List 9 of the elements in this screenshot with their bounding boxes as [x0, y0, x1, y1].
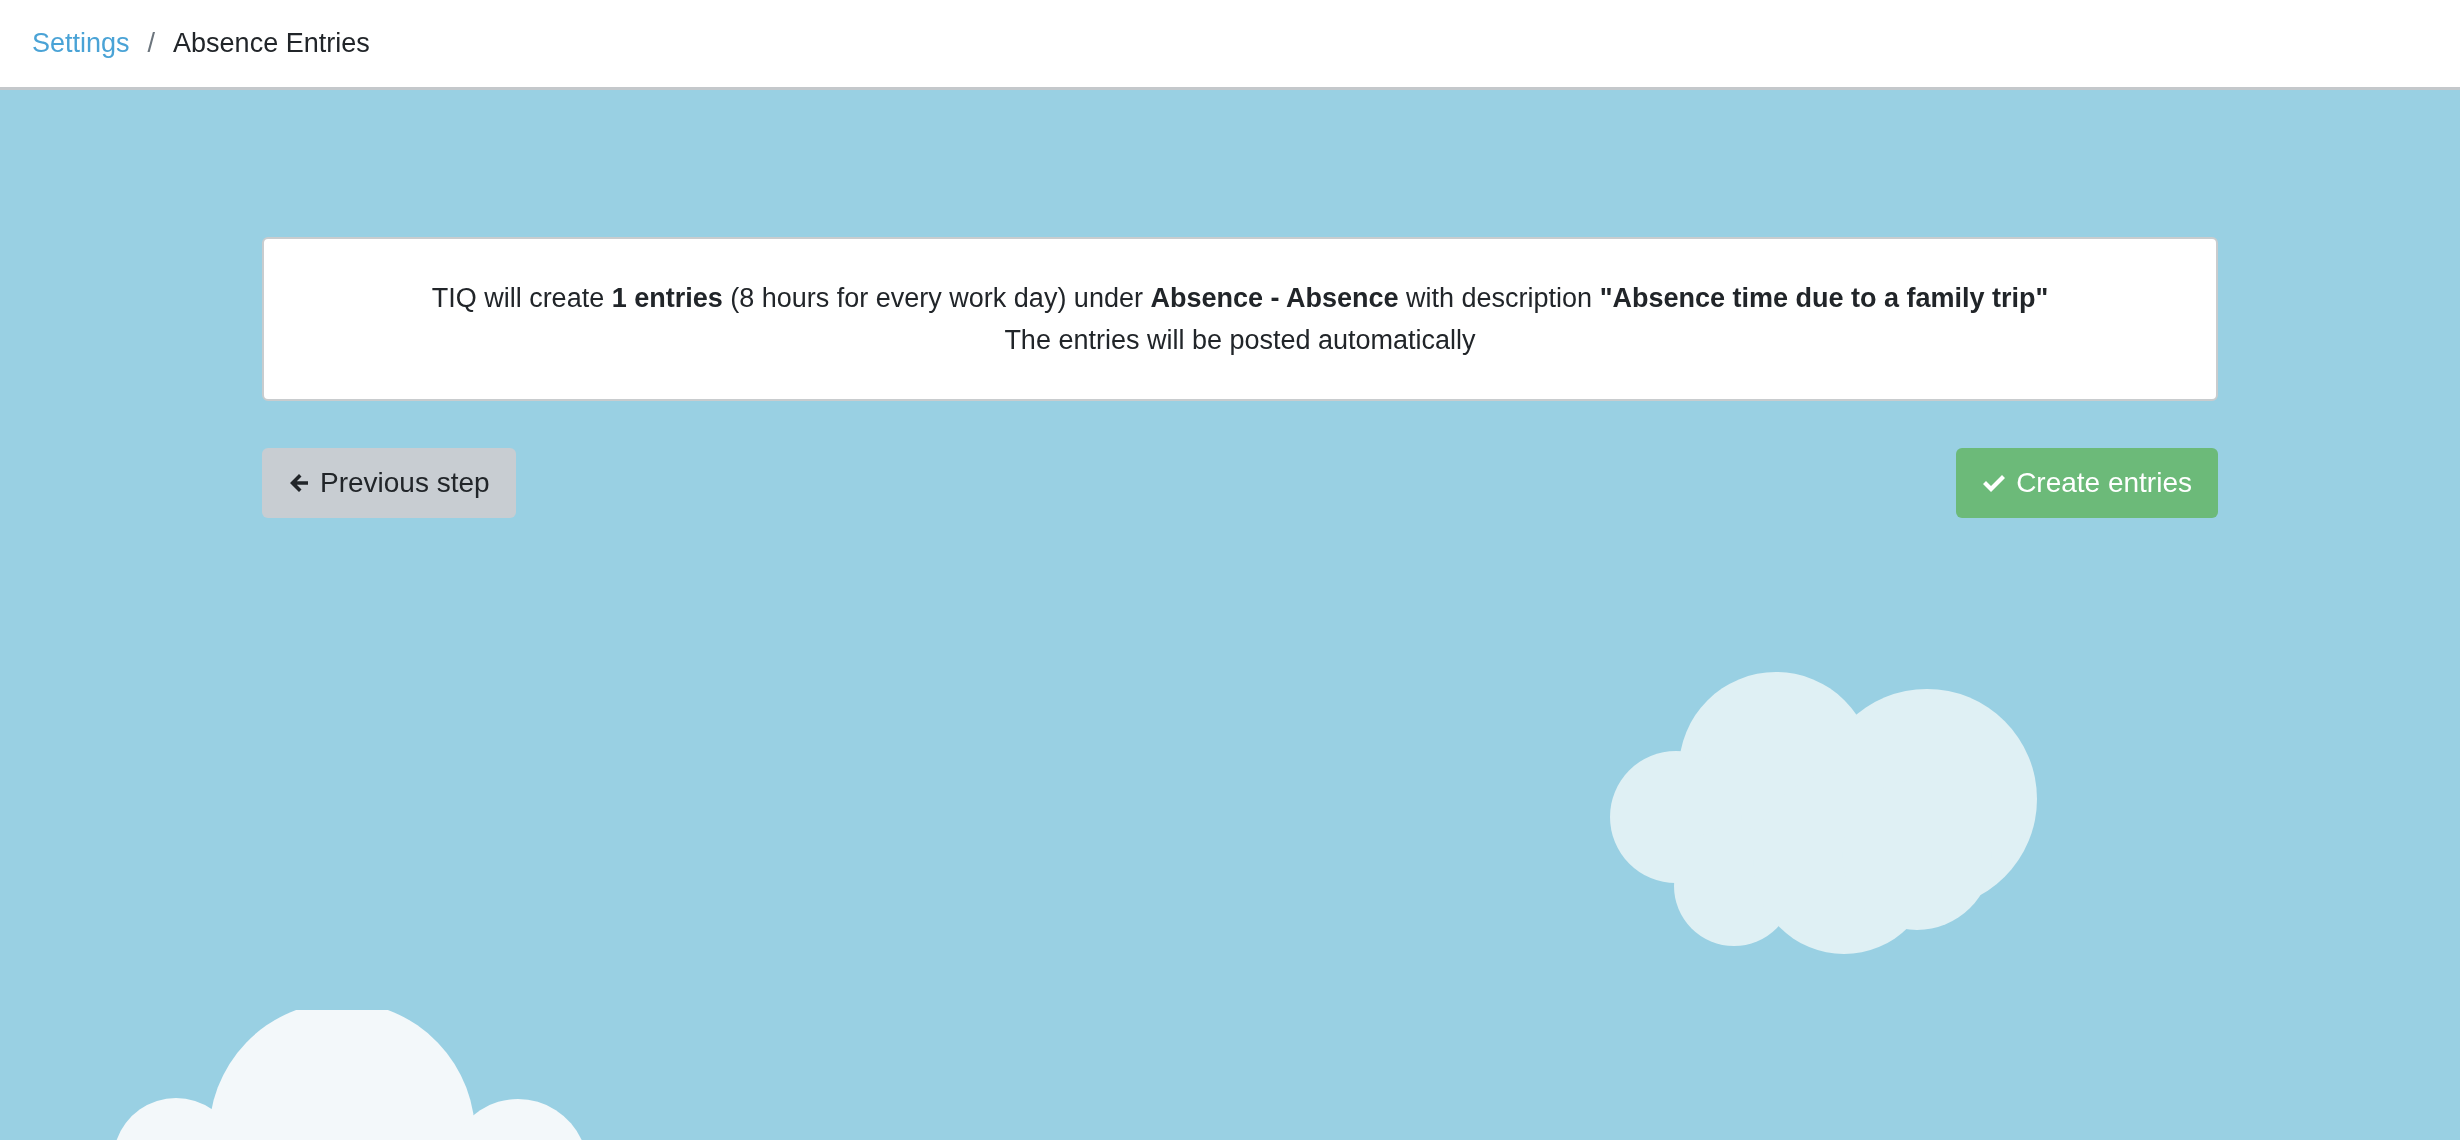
- breadcrumb-current: Absence Entries: [173, 28, 370, 59]
- checkmark-icon: [1982, 473, 2007, 493]
- summary-text: The entries will be posted automatically: [1003, 324, 1477, 357]
- breadcrumb-separator: /: [147, 28, 156, 59]
- arrow-left-icon: [288, 472, 310, 494]
- previous-step-button[interactable]: Previous step: [262, 448, 516, 518]
- create-entries-button[interactable]: Create entries: [1956, 448, 2218, 518]
- summary-text: TIQ will create 1 entries (8 hours for every work day) under Absence - Absence with description "Absence time due to a family trip": [430, 282, 2050, 315]
- breadcrumb-link[interactable]: Settings: [32, 28, 130, 59]
